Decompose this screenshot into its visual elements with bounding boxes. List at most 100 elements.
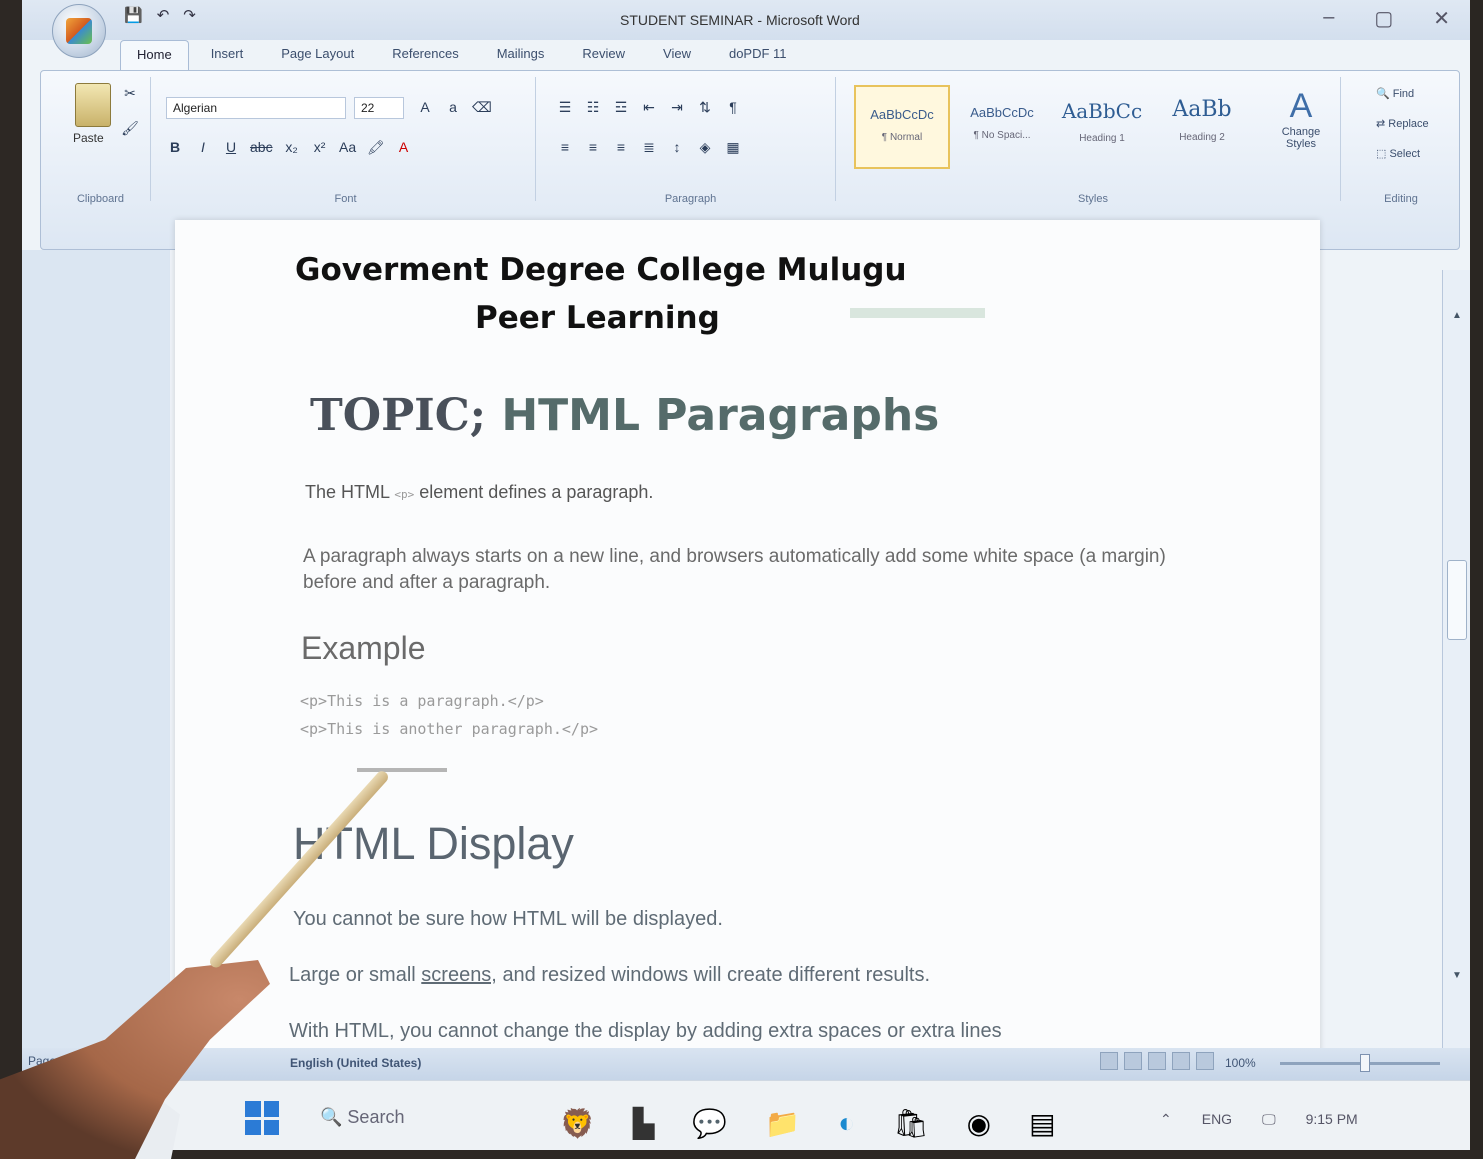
highlight-icon[interactable]: 🖍 — [367, 139, 385, 156]
bullets-icon[interactable]: ☰ — [556, 99, 574, 116]
style-no-spacing-preview: AaBbCcDc — [970, 105, 1034, 120]
chrome-icon[interactable]: ◉ — [967, 1107, 991, 1140]
paste-icon[interactable] — [75, 83, 111, 127]
pilcrow-icon[interactable]: ¶ — [724, 99, 742, 116]
style-heading-2[interactable]: AaBb Heading 2 — [1154, 85, 1250, 169]
maximize-icon[interactable]: ▢ — [1374, 6, 1393, 31]
vertical-scrollbar[interactable]: ▲ ▼ — [1442, 270, 1470, 1070]
decrease-indent-icon[interactable]: ⇤ — [640, 99, 658, 116]
style-heading-1-preview: AaBbCc — [1061, 99, 1143, 123]
tray-language[interactable]: ENG — [1202, 1111, 1232, 1128]
borders-icon[interactable]: ▦ — [724, 139, 742, 156]
undo-icon[interactable]: ↶ — [157, 6, 170, 24]
style-no-spacing[interactable]: AaBbCcDc ¶ No Spaci... — [954, 85, 1050, 169]
college-name: Goverment Degree College Mulugu — [295, 252, 907, 288]
tab-view[interactable]: View — [647, 40, 707, 70]
shrink-font-icon[interactable]: a — [444, 99, 462, 116]
task-view-icon[interactable]: ▙ — [633, 1107, 655, 1140]
bold-icon[interactable]: B — [166, 139, 184, 156]
file-explorer-icon[interactable]: 📁 — [765, 1107, 800, 1140]
window-title: STUDENT SEMINAR - Microsoft Word — [620, 12, 860, 28]
zoom-slider-knob[interactable] — [1360, 1054, 1370, 1072]
topic-heading: TOPIC; HTML Paragraphs — [310, 390, 939, 441]
scroll-up-icon[interactable]: ▲ — [1447, 310, 1467, 328]
tab-dopdf[interactable]: doPDF 11 — [713, 40, 803, 70]
minimize-icon[interactable]: – — [1323, 6, 1334, 31]
windows-start-icon[interactable] — [245, 1101, 279, 1135]
clear-format-icon[interactable]: ⌫ — [472, 99, 492, 116]
superscript-icon[interactable]: x² — [311, 139, 329, 156]
scroll-thumb[interactable] — [1447, 560, 1467, 640]
increase-indent-icon[interactable]: ⇥ — [668, 99, 686, 116]
code-line-1: <p>This is a paragraph.</p> — [300, 692, 544, 710]
tab-insert[interactable]: Insert — [195, 40, 260, 70]
network-icon[interactable]: 🖵 — [1262, 1111, 1276, 1128]
shading-icon[interactable]: ◈ — [696, 139, 714, 156]
display-paragraph-2: Large or small screens, and resized wind… — [289, 964, 930, 987]
change-case-icon[interactable]: Aa — [339, 139, 357, 156]
edge-icon[interactable]: ◐ — [838, 1107, 855, 1140]
paste-button[interactable]: Paste — [73, 131, 104, 145]
find-button[interactable]: 🔍 Find — [1376, 87, 1414, 100]
full-screen-icon[interactable] — [1124, 1052, 1142, 1070]
replace-button[interactable]: ⇄ Replace — [1376, 117, 1429, 130]
scroll-down-icon[interactable]: ▼ — [1447, 970, 1467, 988]
find-label: Find — [1392, 88, 1415, 100]
print-layout-icon[interactable] — [1100, 1052, 1118, 1070]
tab-home[interactable]: Home — [120, 40, 189, 70]
tab-page-layout[interactable]: Page Layout — [265, 40, 370, 70]
cut-icon[interactable]: ✂ — [121, 85, 139, 102]
format-painter-icon[interactable]: 🖌 — [121, 120, 139, 137]
justify-icon[interactable]: ≣ — [640, 139, 658, 156]
tab-review[interactable]: Review — [566, 40, 641, 70]
tray-time[interactable]: 9:15 PM — [1306, 1111, 1358, 1128]
code-line-2: <p>This is another paragraph.</p> — [300, 720, 599, 738]
draft-icon[interactable] — [1196, 1052, 1214, 1070]
underline-icon[interactable]: U — [222, 139, 240, 156]
select-button[interactable]: ⬚ Select — [1376, 147, 1420, 160]
grow-font-icon[interactable]: A — [416, 99, 434, 116]
subscript-icon[interactable]: x₂ — [283, 139, 301, 156]
tab-mailings[interactable]: Mailings — [481, 40, 561, 70]
font-size-select[interactable]: 22 — [354, 97, 404, 119]
p1-start: The HTML — [305, 482, 390, 502]
italic-icon[interactable]: I — [194, 139, 212, 156]
style-heading-1-name: Heading 1 — [1079, 133, 1125, 144]
line-spacing-icon[interactable]: ↕ — [668, 139, 686, 156]
paragraph-1: The HTML <p> element defines a paragraph… — [305, 482, 653, 503]
multilevel-list-icon[interactable]: ☲ — [612, 99, 630, 116]
style-normal[interactable]: AaBbCcDc ¶ Normal — [854, 85, 950, 169]
save-icon[interactable]: 💾 — [124, 6, 143, 24]
align-right-icon[interactable]: ≡ — [612, 139, 630, 156]
strikethrough-icon[interactable]: abc — [250, 139, 273, 156]
font-color-icon[interactable]: A — [395, 139, 413, 156]
sort-icon[interactable]: ⇅ — [696, 99, 714, 116]
document-page[interactable]: Goverment Degree College Mulugu Peer Lea… — [175, 220, 1320, 1060]
tray-chevron-icon[interactable]: ⌃ — [1160, 1111, 1172, 1128]
tab-references[interactable]: References — [376, 40, 474, 70]
outline-icon[interactable] — [1172, 1052, 1190, 1070]
replace-label: Replace — [1388, 118, 1429, 130]
paragraph-group-label: Paragraph — [664, 193, 717, 205]
change-styles-icon: A — [1289, 87, 1313, 125]
store-icon[interactable]: 🛍 — [893, 1107, 929, 1140]
app-icon[interactable]: ▤ — [1029, 1107, 1055, 1140]
align-left-icon[interactable]: ≡ — [556, 139, 574, 156]
widgets-icon[interactable]: 🦁 — [560, 1107, 595, 1140]
font-name-select[interactable]: Algerian — [166, 97, 346, 119]
numbering-icon[interactable]: ☷ — [584, 99, 602, 116]
chat-icon[interactable]: 💬 — [692, 1107, 727, 1140]
styles-group-label: Styles — [1078, 193, 1108, 205]
taskbar-search[interactable]: 🔍 Search — [320, 1107, 404, 1128]
style-heading-1[interactable]: AaBbCc Heading 1 — [1054, 85, 1150, 169]
change-styles-button[interactable]: A Change Styles — [1266, 87, 1336, 150]
align-center-icon[interactable]: ≡ — [584, 139, 602, 156]
office-button[interactable] — [52, 4, 106, 58]
close-icon[interactable]: ✕ — [1433, 6, 1450, 31]
zoom-level[interactable]: 100% — [1225, 1056, 1256, 1070]
d2-end: and resized windows will create differen… — [502, 964, 931, 986]
paragraph-group: ☰ ☷ ☲ ⇤ ⇥ ⇅ ¶ ≡ ≡ ≡ ≣ ↕ ◈ ▦ Paragraph — [546, 77, 836, 205]
redo-icon[interactable]: ↷ — [183, 6, 196, 24]
status-language[interactable]: English (United States) — [290, 1056, 421, 1070]
web-layout-icon[interactable] — [1148, 1052, 1166, 1070]
